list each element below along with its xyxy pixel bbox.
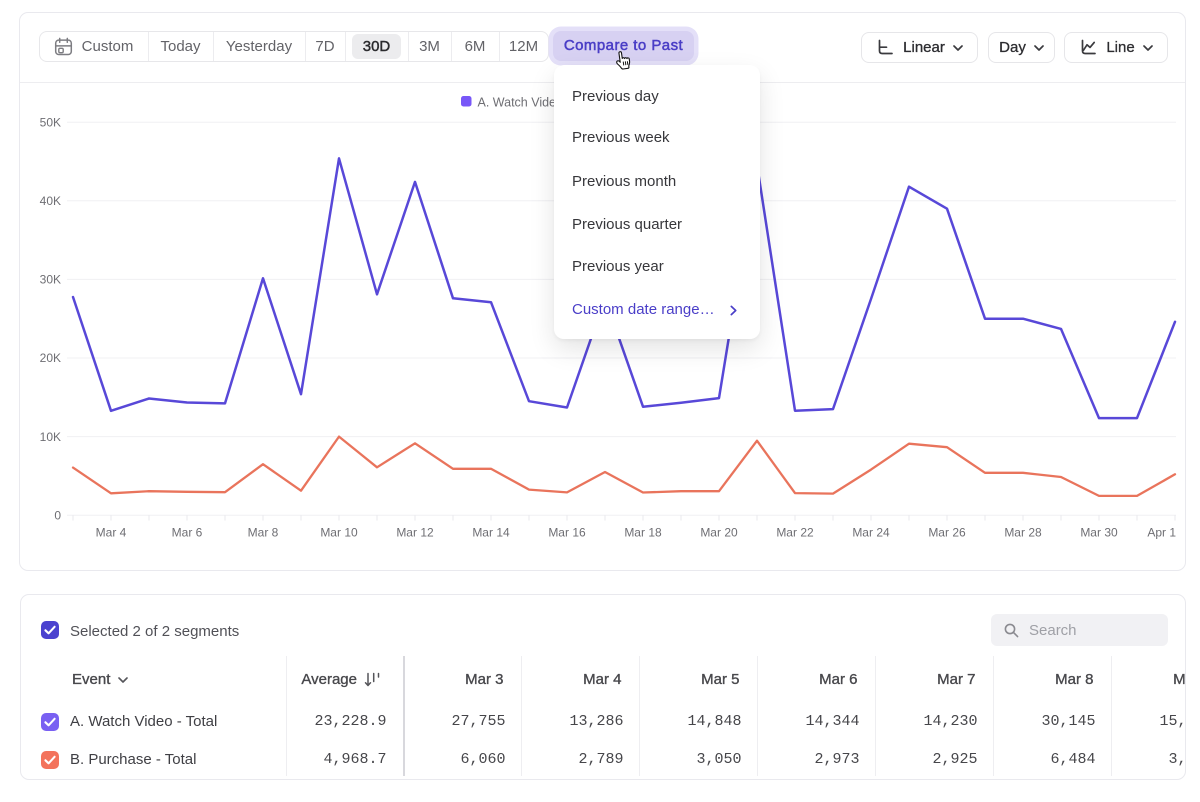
svg-text:Mar 4: Mar 4	[96, 526, 127, 540]
svg-text:Mar 28: Mar 28	[1004, 526, 1042, 540]
svg-text:Mar 10: Mar 10	[320, 526, 358, 540]
svg-text:Mar 30: Mar 30	[1080, 526, 1118, 540]
svg-text:30K: 30K	[40, 273, 61, 287]
svg-text:Mar 6: Mar 6	[172, 526, 203, 540]
svg-text:Mar 26: Mar 26	[928, 526, 966, 540]
svg-text:Mar 8: Mar 8	[248, 526, 279, 540]
svg-text:Apr 1: Apr 1	[1147, 526, 1176, 540]
svg-text:Mar 24: Mar 24	[852, 526, 890, 540]
svg-text:0: 0	[54, 508, 61, 522]
svg-text:Mar 12: Mar 12	[396, 526, 434, 540]
svg-text:50K: 50K	[40, 115, 61, 129]
svg-text:Mar 14: Mar 14	[472, 526, 510, 540]
svg-text:Mar 20: Mar 20	[700, 526, 738, 540]
svg-text:10K: 10K	[40, 430, 61, 444]
svg-text:Mar 22: Mar 22	[776, 526, 814, 540]
svg-text:Mar 16: Mar 16	[548, 526, 586, 540]
svg-text:20K: 20K	[40, 351, 61, 365]
svg-text:40K: 40K	[40, 194, 61, 208]
svg-text:Mar 18: Mar 18	[624, 526, 662, 540]
